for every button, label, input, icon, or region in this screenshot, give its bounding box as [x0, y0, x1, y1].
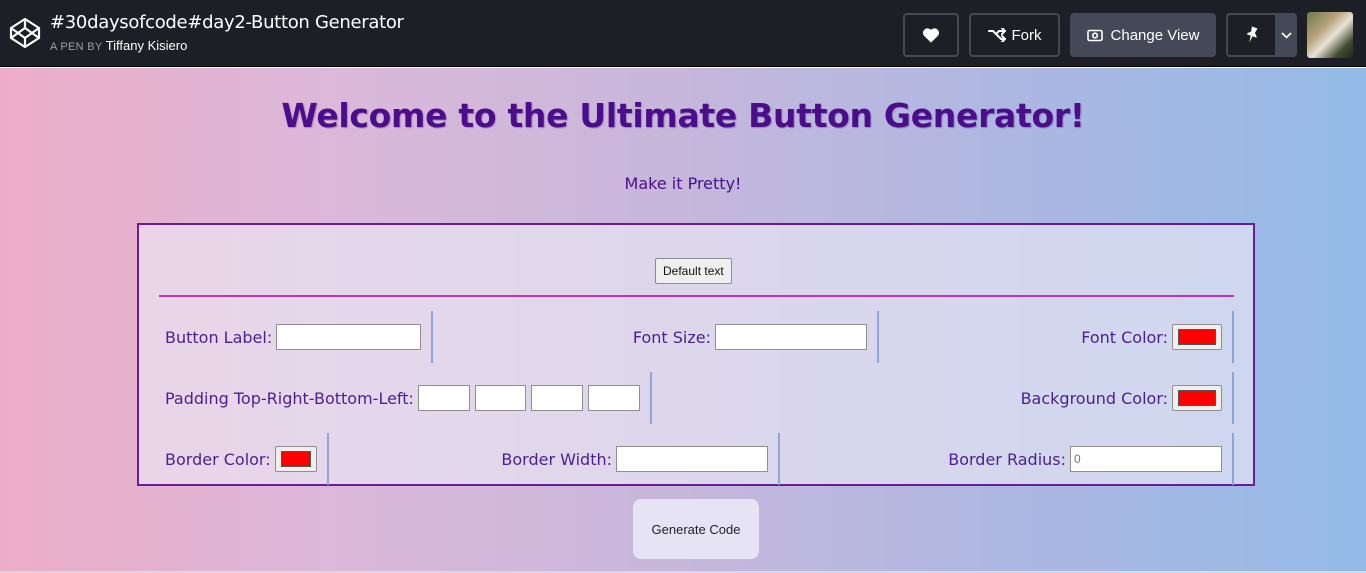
fork-button[interactable]: Fork	[969, 13, 1060, 57]
background-color-group: Background Color:	[652, 372, 1234, 424]
preview-area: Welcome to the Ultimate Button Generator…	[0, 68, 1366, 573]
chevron-down-icon	[1280, 31, 1292, 39]
button-label-input[interactable]	[276, 324, 421, 350]
user-avatar[interactable]	[1307, 12, 1353, 58]
pin-icon	[1244, 26, 1260, 44]
border-color-picker[interactable]	[274, 446, 317, 472]
form-row: Padding Top-Right-Bottom-Left: Backgroun…	[159, 372, 1234, 424]
fork-icon	[987, 28, 1006, 42]
font-color-group: Font Color:	[879, 311, 1234, 363]
padding-left-input[interactable]	[588, 385, 640, 411]
font-color-picker[interactable]	[1172, 324, 1222, 350]
padding-label: Padding Top-Right-Bottom-Left:	[165, 388, 414, 408]
author-link[interactable]: Tiffany Kisiero	[106, 38, 188, 53]
padding-bottom-input[interactable]	[531, 385, 584, 411]
border-width-label: Border Width:	[501, 449, 612, 469]
generate-code-button[interactable]: Generate Code	[633, 499, 759, 559]
change-view-label: Change View	[1110, 26, 1200, 44]
font-color-label: Font Color:	[1081, 327, 1168, 347]
pin-menu-toggle[interactable]	[1275, 13, 1297, 57]
pin-button[interactable]	[1226, 13, 1276, 57]
change-view-button[interactable]: Change View	[1070, 13, 1216, 57]
padding-top-input[interactable]	[417, 385, 470, 411]
like-button[interactable]	[903, 13, 959, 57]
border-color-group: Border Color:	[159, 433, 329, 485]
codepen-header: #30daysofcode#day2-Button Generator A PE…	[0, 0, 1366, 67]
page-subtitle: Make it Pretty!	[624, 174, 742, 193]
font-size-label: Font Size:	[632, 327, 711, 347]
padding-right-input[interactable]	[474, 385, 527, 411]
generator-panel: Default text Button Label: Font Size: Fo…	[137, 223, 1255, 486]
border-radius-input[interactable]: 0	[1070, 446, 1222, 472]
border-color-label: Border Color:	[165, 449, 271, 469]
page-title: Welcome to the Ultimate Button Generator…	[281, 96, 1085, 135]
button-label-label: Button Label:	[165, 327, 273, 347]
border-width-input[interactable]	[616, 446, 768, 472]
background-color-picker[interactable]	[1172, 385, 1222, 411]
by-label: A PEN BY	[50, 41, 103, 53]
font-size-input[interactable]	[715, 324, 867, 350]
pen-title[interactable]: #30daysofcode#day2-Button Generator	[50, 12, 404, 33]
form-row: Border Color: Border Width: Border Radiu…	[159, 433, 1234, 485]
background-color-label: Background Color:	[1020, 388, 1168, 408]
border-radius-group: Border Radius: 0	[780, 433, 1234, 485]
preview-button[interactable]: Default text	[655, 258, 732, 284]
font-size-group: Font Size:	[433, 311, 879, 363]
codepen-logo-icon[interactable]	[9, 17, 41, 49]
fork-label: Fork	[1011, 26, 1042, 44]
heart-icon	[922, 27, 940, 43]
border-width-group: Border Width:	[329, 433, 780, 485]
pen-byline: A PEN BY Tiffany Kisiero	[50, 38, 187, 53]
form-row: Button Label: Font Size: Font Color:	[159, 311, 1234, 363]
eye-icon	[1086, 29, 1103, 42]
button-label-group: Button Label:	[159, 311, 433, 363]
padding-group: Padding Top-Right-Bottom-Left:	[159, 372, 652, 424]
divider	[159, 295, 1234, 297]
border-radius-label: Border Radius:	[948, 449, 1066, 469]
